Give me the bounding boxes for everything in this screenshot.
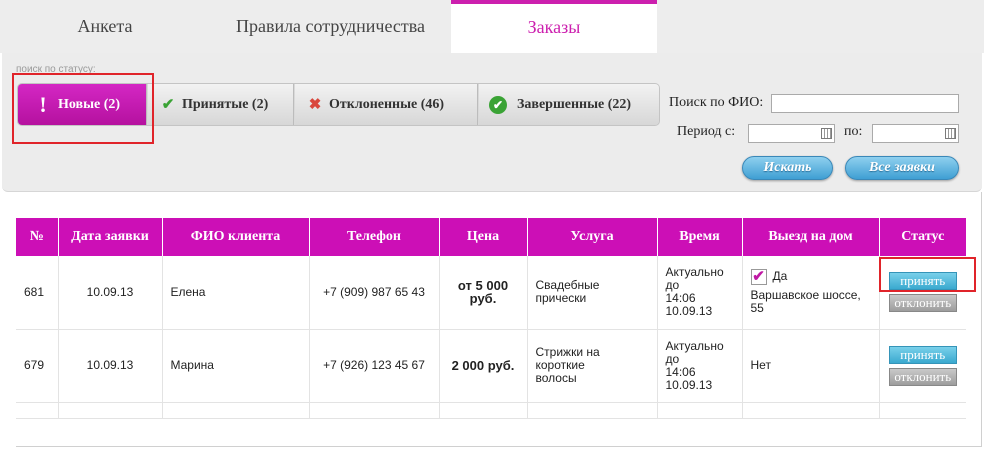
order-price: 2 000 руб.	[439, 329, 528, 403]
table-row: 681 10.09.13 Елена +7 (909) 987 65 43 от…	[16, 256, 966, 330]
time-line: Актуально	[665, 338, 724, 353]
period-to-input[interactable]	[872, 124, 959, 143]
time-line: 14:06	[665, 364, 696, 379]
col-header-price: Цена	[439, 218, 528, 256]
status-accepted-button[interactable]: ✔ Принятые (2)	[148, 84, 294, 125]
tab-profile[interactable]: Анкета	[0, 0, 210, 53]
time-line: до	[665, 351, 680, 366]
client-phone: +7 (909) 987 65 43	[309, 256, 440, 330]
visit-cell: ✔ Да Варшавское шоссе, 55	[742, 256, 880, 330]
col-header-date: Дата заявки	[58, 218, 163, 256]
tab-terms[interactable]: Правила сотрудничества	[210, 0, 451, 53]
order-number: 681	[16, 256, 59, 330]
search-button[interactable]: Искать	[742, 156, 833, 180]
home-visit-value: Нет	[742, 329, 880, 403]
accept-button[interactable]: принять	[888, 345, 957, 364]
home-visit-address: Варшавское шоссе, 55	[750, 288, 861, 316]
fio-search-input[interactable]	[771, 94, 959, 113]
client-phone: +7 (926) 123 45 67	[309, 329, 440, 403]
table-row: 679 10.09.13 Марина +7 (926) 123 45 67 2…	[16, 329, 966, 403]
page-border-right	[981, 192, 982, 447]
status-rejected-button[interactable]: ✖ Отклоненные (46)	[295, 84, 478, 125]
decline-button[interactable]: отклонить	[888, 294, 957, 313]
order-number: 679	[16, 329, 59, 403]
status-cell: принять отклонить	[879, 329, 966, 403]
highlight-frame-new	[12, 73, 154, 144]
period-from-input[interactable]	[748, 124, 835, 143]
status-completed-button[interactable]: ✔ Завершенные (22)	[479, 84, 659, 125]
cross-icon: ✖	[308, 97, 322, 113]
tab-orders[interactable]: Заказы	[451, 0, 657, 53]
fio-search-label: Поиск по ФИО:	[669, 95, 764, 110]
col-header-time: Время	[657, 218, 743, 256]
col-header-client: ФИО клиента	[162, 218, 310, 256]
check-icon: ✔	[161, 97, 175, 113]
table-row-empty	[16, 402, 966, 419]
client-name: Марина	[162, 329, 310, 403]
service-cell: Стрижки на короткие волосы	[527, 329, 658, 403]
period-from-label: Период с:	[677, 124, 736, 139]
col-header-phone: Телефон	[309, 218, 440, 256]
time-cell: Актуально до 14:06 10.09.13	[657, 329, 743, 403]
order-date: 10.09.13	[58, 256, 163, 330]
orders-table: № Дата заявки ФИО клиента Телефон Цена У…	[16, 218, 966, 419]
order-price: от 5 000 руб.	[439, 256, 528, 330]
col-header-status: Статус	[879, 218, 966, 256]
client-name: Елена	[162, 256, 310, 330]
home-visit-yes: Да	[772, 269, 788, 284]
calendar-icon[interactable]	[821, 128, 832, 139]
status-completed-label: Завершенные (22)	[517, 96, 632, 112]
time-line: 10.09.13	[665, 377, 713, 392]
time-cell: Актуально до 14:06 10.09.13	[657, 256, 743, 330]
table-header-row: № Дата заявки ФИО клиента Телефон Цена У…	[16, 218, 966, 256]
status-rejected-label: Отклоненные (46)	[329, 96, 445, 112]
decline-button[interactable]: отклонить	[888, 367, 957, 386]
status-accepted-label: Принятые (2)	[182, 96, 269, 112]
time-line: 10.09.13	[665, 304, 713, 319]
all-orders-button[interactable]: Все заявки	[845, 156, 959, 180]
calendar-icon[interactable]	[945, 128, 956, 139]
check-circle-icon: ✔	[489, 95, 507, 114]
col-header-visit: Выезд на дом	[742, 218, 880, 256]
page-border-bottom	[16, 446, 982, 447]
period-to-label: по:	[844, 124, 863, 139]
col-header-num: №	[16, 218, 59, 256]
highlight-frame-accept	[879, 257, 976, 292]
service-line: прически	[535, 291, 587, 306]
order-date: 10.09.13	[58, 329, 163, 403]
tab-bar: Анкета Правила сотрудничества Заказы	[0, 0, 984, 53]
service-line: волосы	[535, 371, 577, 385]
service-cell: Свадебные прически	[527, 256, 658, 330]
col-header-service: Услуга	[527, 218, 658, 256]
tab-bar-filler	[657, 0, 984, 53]
home-visit-checkbox[interactable]: ✔	[750, 269, 767, 286]
